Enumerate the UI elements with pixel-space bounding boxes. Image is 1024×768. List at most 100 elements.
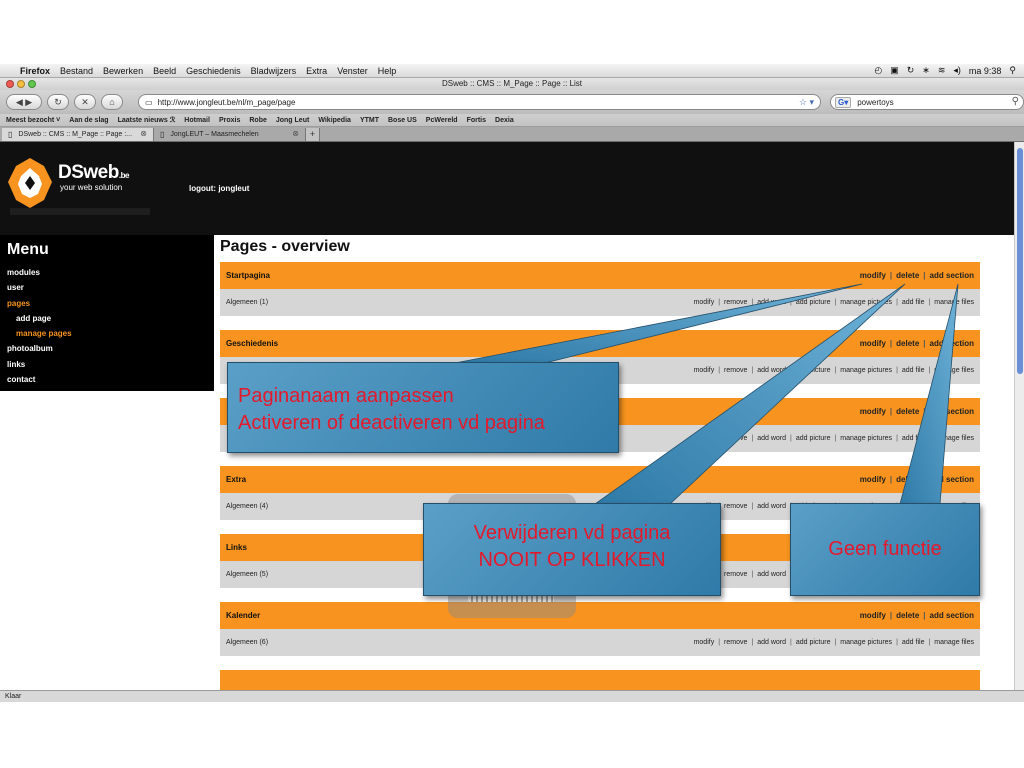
row-remove-link[interactable]: remove — [724, 299, 747, 306]
menu-item[interactable]: Bladwijzers — [251, 66, 297, 76]
menu-item[interactable]: Geschiedenis — [186, 66, 241, 76]
sidebar-item-modules[interactable]: modules — [7, 265, 214, 280]
row-add-word-link[interactable]: add word — [757, 367, 786, 374]
new-tab-button[interactable]: + — [306, 128, 320, 141]
row-remove-link[interactable]: remove — [724, 367, 747, 374]
wifi-icon[interactable]: ≋ — [938, 65, 946, 76]
tab-jongleut[interactable]: ▯ JongLEUT – Maasmechelen ⊗ — [154, 128, 306, 141]
row-modify-link[interactable]: modify — [694, 299, 715, 306]
row-remove-link[interactable]: remove — [724, 435, 747, 442]
google-icon[interactable]: G▾ — [834, 96, 852, 108]
menu-item[interactable]: Beeld — [153, 66, 176, 76]
delete-link[interactable]: delete — [896, 339, 919, 348]
close-tab-icon[interactable]: ⊗ — [140, 129, 147, 138]
row-add-picture-link[interactable]: add picture — [796, 299, 831, 306]
row-remove-link[interactable]: remove — [724, 639, 747, 646]
row-manage-files-link[interactable]: manage files — [934, 299, 974, 306]
bluetooth-icon[interactable]: ∗ — [922, 65, 930, 76]
bookmark-item[interactable]: Robe — [249, 117, 267, 124]
sidebar-item-links[interactable]: links — [7, 357, 214, 372]
address-bar[interactable]: ▭ http://www.jongleut.be/nl/m_page/page … — [138, 94, 821, 110]
vertical-scrollbar[interactable] — [1014, 142, 1024, 690]
row-modify-link[interactable]: modify — [694, 435, 715, 442]
row-add-word-link[interactable]: add word — [757, 435, 786, 442]
display-icon[interactable]: ▣ — [890, 65, 899, 76]
bookmark-item[interactable]: Proxis — [219, 117, 240, 124]
row-add-file-link[interactable]: add file — [902, 435, 925, 442]
menu-item[interactable]: Help — [378, 66, 397, 76]
bookmark-item[interactable]: Hotmail — [184, 117, 210, 124]
minimize-window-icon[interactable] — [17, 80, 25, 88]
bookmark-item[interactable]: Bose US — [388, 117, 417, 124]
menu-item[interactable]: Venster — [337, 66, 368, 76]
delete-link[interactable]: delete — [896, 407, 919, 416]
row-manage-files-link[interactable]: manage files — [934, 639, 974, 646]
stop-button[interactable]: ✕ — [74, 94, 96, 110]
modify-link[interactable]: modify — [860, 407, 886, 416]
modify-link[interactable]: modify — [860, 475, 886, 484]
row-modify-link[interactable]: modify — [694, 639, 715, 646]
search-icon[interactable]: ⚲ — [1012, 96, 1019, 107]
bookmark-item[interactable]: Dexia — [495, 117, 514, 124]
close-window-icon[interactable] — [6, 80, 14, 88]
row-remove-link[interactable]: remove — [724, 571, 747, 578]
home-button[interactable]: ⌂ — [101, 94, 123, 110]
add-section-link[interactable]: add section — [930, 271, 974, 280]
row-add-word-link[interactable]: add word — [757, 299, 786, 306]
row-add-word-link[interactable]: add word — [757, 639, 786, 646]
row-modify-link[interactable]: modify — [694, 367, 715, 374]
row-add-file-link[interactable]: add file — [902, 367, 925, 374]
sidebar-item-user[interactable]: user — [7, 280, 214, 295]
row-add-picture-link[interactable]: add picture — [796, 435, 831, 442]
bookmark-item[interactable]: Jong Leut — [276, 117, 309, 124]
row-add-file-link[interactable]: add file — [902, 639, 925, 646]
row-add-picture-link[interactable]: add picture — [796, 639, 831, 646]
bookmark-item[interactable]: YTMT — [360, 117, 379, 124]
add-section-link[interactable]: add section — [930, 611, 974, 620]
sidebar-item-add-page[interactable]: add page — [7, 311, 214, 326]
row-manage-pictures-link[interactable]: manage pictures — [840, 367, 892, 374]
row-add-file-link[interactable]: add file — [902, 299, 925, 306]
close-tab-icon[interactable]: ⊗ — [292, 129, 299, 138]
zoom-window-icon[interactable] — [28, 80, 36, 88]
sidebar-item-manage-pages[interactable]: manage pages — [7, 326, 214, 341]
reload-button[interactable]: ↻ — [47, 94, 69, 110]
row-manage-pictures-link[interactable]: manage pictures — [840, 435, 892, 442]
add-section-link[interactable]: add section — [930, 407, 974, 416]
bookmark-item[interactable]: Meest bezocht ˅ — [6, 117, 60, 124]
row-add-word-link[interactable]: add word — [757, 571, 786, 578]
bookmark-item[interactable]: PcWereld — [426, 117, 458, 124]
sync-icon[interactable]: ↻ — [907, 65, 915, 76]
row-add-word-link[interactable]: add word — [757, 503, 786, 510]
logout-link[interactable]: logout: jongleut — [189, 184, 249, 193]
search-bar[interactable]: G▾ powertoys ⚲ — [829, 94, 1024, 110]
volume-icon[interactable]: ◂) — [953, 65, 961, 76]
row-remove-link[interactable]: remove — [724, 503, 747, 510]
modify-link[interactable]: modify — [860, 339, 886, 348]
sidebar-item-photoalbum[interactable]: photoalbum — [7, 341, 214, 356]
clock[interactable]: ma 9:38 — [969, 66, 1002, 76]
row-manage-files-link[interactable]: manage files — [934, 367, 974, 374]
sidebar-item-pages[interactable]: pages — [7, 296, 214, 311]
bookmark-item[interactable]: Laatste nieuws ℛ — [118, 116, 176, 124]
row-add-picture-link[interactable]: add picture — [796, 367, 831, 374]
add-section-link[interactable]: add section — [930, 339, 974, 348]
menu-item[interactable]: Extra — [306, 66, 327, 76]
modify-link[interactable]: modify — [860, 611, 886, 620]
back-forward-button[interactable]: ◀ ▶ — [6, 94, 42, 110]
row-manage-pictures-link[interactable]: manage pictures — [840, 299, 892, 306]
bookmark-item[interactable]: Wikipedia — [318, 117, 351, 124]
tab-dsweb[interactable]: ▯ DSweb :: CMS :: M_Page :: Page :... ⊗ — [2, 128, 154, 141]
row-manage-pictures-link[interactable]: manage pictures — [840, 639, 892, 646]
sidebar-item-contact[interactable]: contact — [7, 372, 214, 387]
bookmark-item[interactable]: Fortis — [467, 117, 486, 124]
menu-app-name[interactable]: Firefox — [20, 66, 50, 76]
time-machine-icon[interactable]: ◴ — [874, 65, 882, 76]
spotlight-icon[interactable]: ⚲ — [1009, 65, 1016, 76]
delete-link[interactable]: delete — [896, 611, 919, 620]
row-manage-files-link[interactable]: manage files — [934, 435, 974, 442]
delete-link[interactable]: delete — [896, 475, 919, 484]
add-section-link[interactable]: add section — [930, 475, 974, 484]
menu-item[interactable]: Bewerken — [103, 66, 143, 76]
menu-item[interactable]: Bestand — [60, 66, 93, 76]
